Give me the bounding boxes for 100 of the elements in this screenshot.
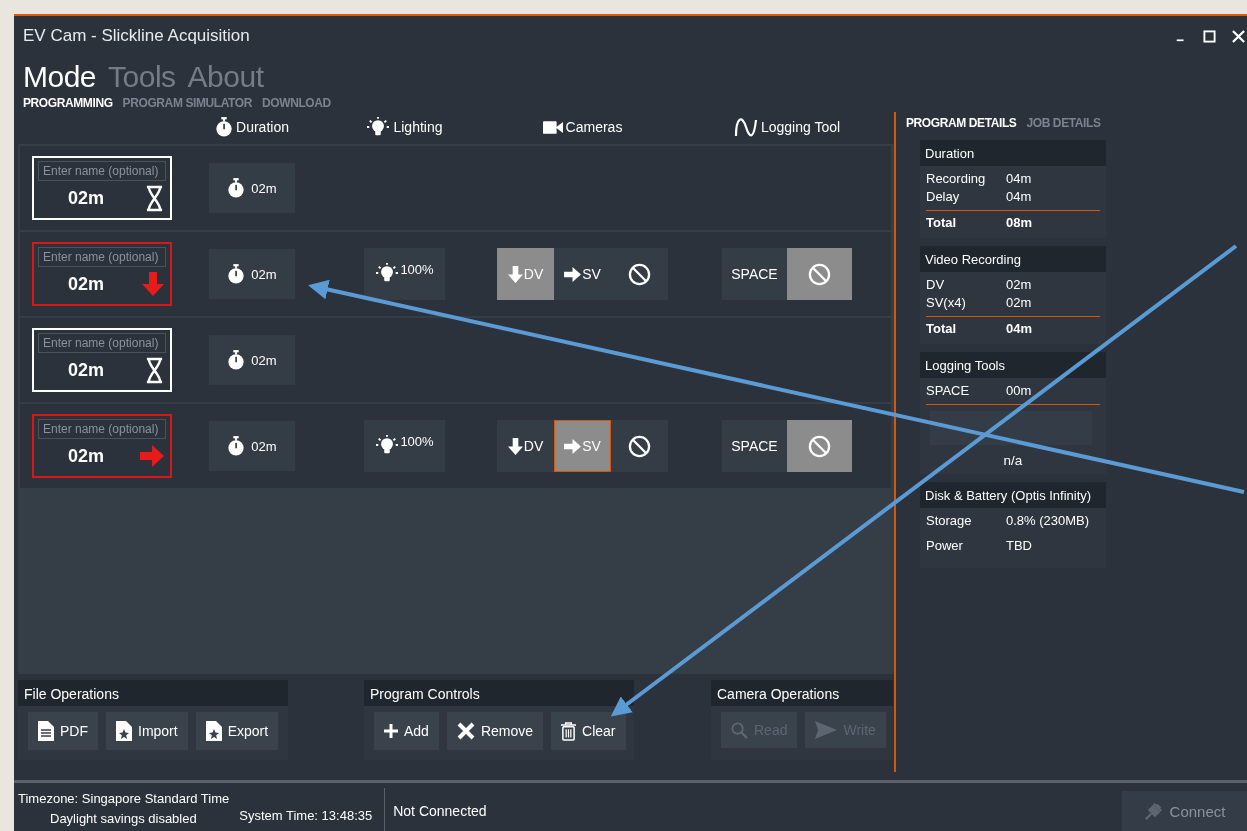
trash-icon <box>561 721 577 741</box>
program-row[interactable]: Enter name (optional) 02m 02m <box>20 318 891 404</box>
prohibited-icon <box>628 434 651 458</box>
lightbulb-icon <box>375 262 400 284</box>
detail-value: 02m <box>1006 294 1032 312</box>
step-time: 02m <box>68 187 105 209</box>
toolbar-button[interactable]: Import <box>106 712 188 750</box>
hourglass-icon <box>145 184 164 212</box>
duration-button[interactable]: 02m <box>209 421 295 471</box>
detail-value: 00m <box>1006 382 1032 400</box>
prohibited-icon <box>628 262 651 286</box>
toolbar-button[interactable]: Export <box>195 712 279 750</box>
detail-value: 0.8% (230MB) <box>1006 512 1090 530</box>
status-note: n/a <box>1002 453 1024 468</box>
maximize-icon[interactable] <box>1203 29 1216 43</box>
total-value: 08m <box>1006 214 1033 232</box>
step-time: 02m <box>68 359 105 381</box>
details-tab[interactable]: PROGRAM DETAILS <box>906 116 1017 130</box>
toolbar-button[interactable]: Remove <box>446 712 544 750</box>
lighting-button[interactable]: 100% <box>364 248 445 300</box>
detail-label: DV <box>926 276 946 294</box>
lighting-button[interactable]: 100% <box>364 420 445 472</box>
lightbulb-icon <box>375 434 400 456</box>
group-title: Program Controls <box>364 680 634 706</box>
program-row[interactable]: Enter name (optional) 02m 02m <box>20 146 891 232</box>
cross-icon <box>456 722 475 740</box>
prohibited-icon <box>808 262 831 286</box>
down-arrow-icon <box>507 265 523 283</box>
stopwatch-icon <box>227 178 246 198</box>
step-card[interactable]: Enter name (optional) 02m <box>32 156 172 220</box>
lightbulb-icon <box>366 116 391 138</box>
prohibited-icon <box>808 434 831 458</box>
detail-value: 04m <box>1006 170 1032 188</box>
name-input[interactable]: Enter name (optional) <box>38 333 166 353</box>
name-input[interactable]: Enter name (optional) <box>38 419 166 439</box>
no-tool-option[interactable] <box>787 420 852 472</box>
column-header: Lighting <box>393 119 443 135</box>
detail-label: SV(x4) <box>926 294 967 312</box>
toolbar-button[interactable]: Clear <box>551 712 626 750</box>
group-title: Camera Operations <box>711 680 893 706</box>
name-input[interactable]: Enter name (optional) <box>38 247 166 267</box>
detail-value: TBD <box>1006 537 1032 555</box>
column-header: Duration <box>236 119 289 135</box>
group-title: File Operations <box>18 680 288 706</box>
name-input[interactable]: Enter name (optional) <box>38 161 166 181</box>
timezone-text: Timezone: Singapore Standard Time <box>18 791 230 806</box>
column-header: Logging Tool <box>760 119 841 135</box>
step-card[interactable]: Enter name (optional) 02m <box>32 414 172 478</box>
close-icon[interactable] <box>1232 29 1245 43</box>
no-tool-option[interactable] <box>787 248 852 300</box>
card-title: Disk & Battery (Optis Infinity) <box>920 482 1106 508</box>
toolbar-button[interactable]: Add <box>374 712 439 750</box>
stopwatch-icon <box>227 264 246 284</box>
plug-icon <box>1143 801 1164 821</box>
right-arrow-icon <box>564 266 582 282</box>
document-star-icon <box>205 721 222 741</box>
plus-icon <box>384 724 398 738</box>
sine-wave-icon <box>733 116 758 138</box>
program-row[interactable]: Enter name (optional) 02m 02m 100% DV SV SPACE <box>20 404 891 490</box>
toolbar-button[interactable]: PDF <box>28 712 98 750</box>
stopwatch-icon <box>227 436 246 456</box>
total-label: Total <box>926 320 958 338</box>
step-card[interactable]: Enter name (optional) 02m <box>32 328 172 392</box>
detail-value: 02m <box>1006 276 1032 294</box>
step-time: 02m <box>68 273 105 295</box>
detail-label: Delay <box>926 188 961 206</box>
step-time: 02m <box>68 445 105 467</box>
down-arrow-icon <box>142 272 164 296</box>
stopwatch-icon <box>227 350 246 370</box>
duration-button[interactable]: 02m <box>209 163 295 213</box>
connection-status: Not Connected <box>392 803 487 819</box>
total-value: 04m <box>1006 320 1033 338</box>
detail-label: Power <box>926 537 964 555</box>
column-header: Cameras <box>565 119 623 135</box>
detail-label: SPACE <box>926 382 971 400</box>
right-arrow-icon <box>564 438 582 454</box>
duration-button[interactable]: 02m <box>209 335 295 385</box>
daylight-text: Daylight savings disabled <box>49 811 198 826</box>
system-time: System Time: 13:48:35 <box>229 788 386 831</box>
hourglass-icon <box>145 356 164 384</box>
detail-value: 04m <box>1006 188 1032 206</box>
document-icon <box>38 721 54 741</box>
card-title: Video Recording <box>920 246 1106 272</box>
duration-button[interactable]: 02m <box>209 249 295 299</box>
mode-tab[interactable]: Mode <box>23 60 97 94</box>
step-card[interactable]: Enter name (optional) 02m <box>32 242 172 306</box>
card-title: Duration <box>920 140 1106 166</box>
sub-tab[interactable]: PROGRAMMING <box>23 96 113 110</box>
detail-label: Storage <box>926 512 973 530</box>
down-arrow-icon <box>507 437 523 455</box>
card-title: Logging Tools <box>920 352 1106 378</box>
window-title: EV Cam - Slickline Acquisition <box>23 26 250 46</box>
total-label: Total <box>926 214 958 232</box>
program-row[interactable]: Enter name (optional) 02m 02m 100% DV SV SPACE <box>20 232 891 318</box>
right-arrow-icon <box>140 445 164 467</box>
detail-label: Recording <box>926 170 987 188</box>
stopwatch-icon <box>215 117 234 137</box>
document-star-icon <box>116 721 132 741</box>
video-camera-icon <box>542 120 563 134</box>
paper-plane-icon <box>815 721 838 739</box>
